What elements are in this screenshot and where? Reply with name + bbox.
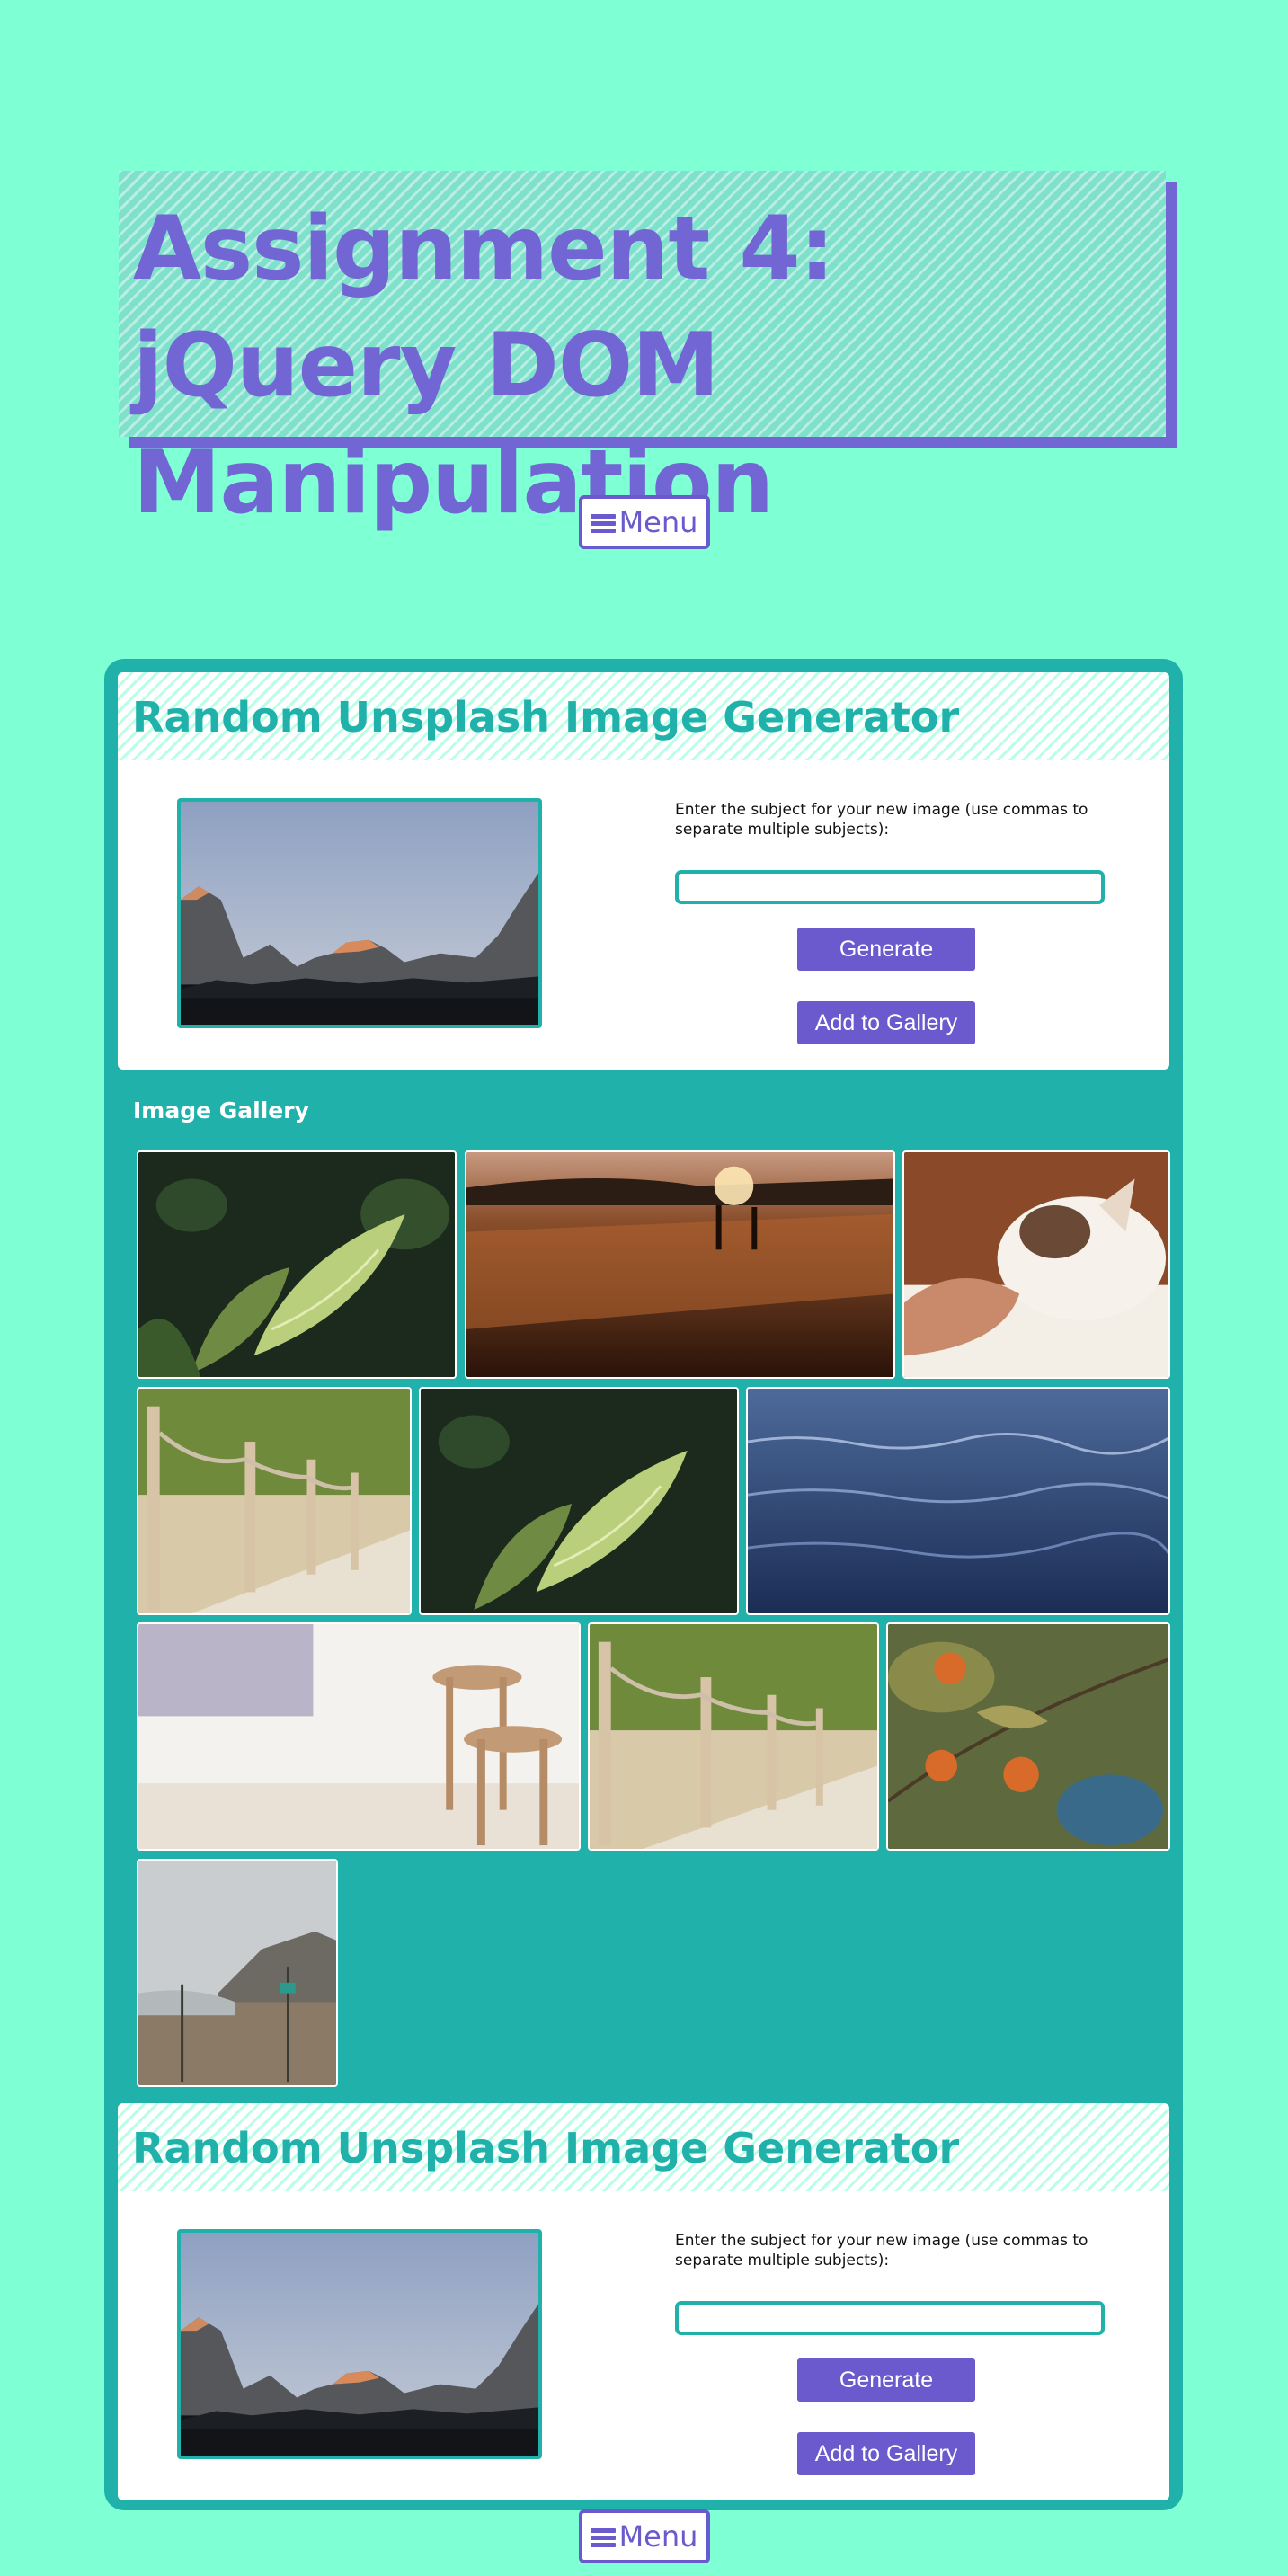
- generated-image-preview: [177, 2229, 542, 2459]
- menu-label: Menu: [618, 505, 698, 539]
- generator-title: Random Unsplash Image Generator: [132, 693, 960, 742]
- subject-prompt-label: Enter the subject for your new image (us…: [675, 2232, 1088, 2270]
- hamburger-menu-icon: [590, 513, 616, 533]
- menu-label: Menu: [618, 2519, 698, 2554]
- gallery-image-rope-boardwalk[interactable]: [137, 1387, 412, 1615]
- generate-button[interactable]: Generate: [797, 2358, 975, 2402]
- page-header: Assignment 4: jQuery DOM Manipulation: [119, 171, 1166, 534]
- generator-title: Random Unsplash Image Generator: [132, 2124, 960, 2172]
- gallery-heading: Image Gallery: [133, 1097, 309, 1124]
- subject-input[interactable]: [675, 2301, 1105, 2335]
- gallery-image-ocean-water[interactable]: [746, 1387, 1170, 1615]
- page-title: Assignment 4: jQuery DOM Manipulation: [133, 198, 835, 534]
- generate-button[interactable]: Generate: [797, 928, 975, 971]
- generated-image-preview: [177, 798, 542, 1028]
- gallery-image-orange-tree[interactable]: [886, 1622, 1170, 1851]
- gallery-image-tropical-leaves[interactable]: [137, 1150, 457, 1379]
- gallery-image-wooden-stools[interactable]: [137, 1622, 581, 1851]
- subject-input[interactable]: [675, 870, 1105, 904]
- gallery-image-foggy-beach[interactable]: [137, 1859, 338, 2087]
- subject-prompt-label: Enter the subject for your new image (us…: [675, 801, 1088, 839]
- add-to-gallery-button[interactable]: Add to Gallery: [797, 1001, 975, 1044]
- generator-title-bar: Random Unsplash Image Generator: [118, 2103, 1169, 2191]
- image-generator-panel: Random Unsplash Image Generator Enter th…: [118, 2103, 1169, 2500]
- gallery-image-sunset-pier[interactable]: [465, 1150, 895, 1379]
- gallery-image-cat[interactable]: [902, 1150, 1170, 1379]
- menu-button[interactable]: Menu: [578, 495, 710, 549]
- hamburger-menu-icon: [590, 2527, 616, 2547]
- generator-title-bar: Random Unsplash Image Generator: [118, 672, 1169, 760]
- image-generator-panel: Random Unsplash Image Generator Enter th…: [118, 672, 1169, 1070]
- add-to-gallery-button[interactable]: Add to Gallery: [797, 2432, 975, 2475]
- menu-button[interactable]: Menu: [578, 2509, 710, 2563]
- gallery-image-tropical-leaves[interactable]: [419, 1387, 739, 1615]
- main-container: Random Unsplash Image Generator Enter th…: [104, 659, 1183, 2510]
- gallery-image-rope-boardwalk[interactable]: [588, 1622, 879, 1851]
